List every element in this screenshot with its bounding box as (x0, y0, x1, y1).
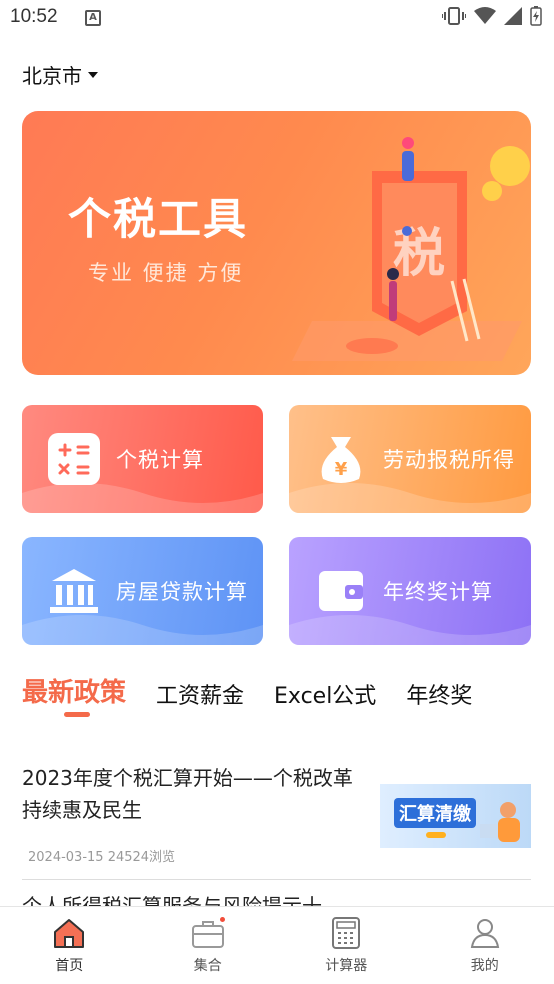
nav-profile[interactable]: 我的 (416, 907, 554, 984)
home-icon (54, 919, 85, 948)
status-bar: 10:52 A (0, 0, 554, 38)
tax-illustration: 税 (292, 137, 530, 361)
category-tabs: 最新政策 工资薪金 Excel公式 年终奖 (22, 672, 502, 722)
notification-badge (219, 917, 225, 922)
divider (22, 879, 531, 880)
banner[interactable]: 个税工具 专业 便捷 方便 税 (22, 111, 531, 375)
nav-label: 计算器 (325, 958, 368, 974)
tile-wave (289, 483, 531, 513)
tile-mortgage-calc[interactable]: 房屋贷款计算 (22, 537, 263, 645)
nav-label: 首页 (55, 958, 84, 974)
tile-wave (22, 615, 263, 645)
vibrate-icon (442, 7, 466, 25)
thumb-text: 汇算清缴 (399, 803, 472, 825)
tab-excel-formula[interactable]: Excel公式 (274, 672, 376, 710)
tab-year-end-bonus[interactable]: 年终奖 (406, 672, 472, 710)
tile-label: 劳动报税所得 (383, 448, 515, 472)
nav-label: 我的 (470, 958, 499, 974)
tile-label: 年终奖计算 (383, 580, 493, 604)
article-date: 2024-03-15 (28, 850, 104, 865)
city-label: 北京市 (22, 64, 82, 88)
tile-wave (22, 483, 263, 513)
article-meta: 2024-03-15 24524浏览 (22, 846, 531, 865)
status-icons (442, 6, 542, 26)
nav-collection[interactable]: 集合 (139, 907, 278, 984)
tab-salary[interactable]: 工资薪金 (156, 672, 244, 710)
wifi-icon (474, 7, 496, 24)
nav-home[interactable]: 首页 (0, 907, 139, 984)
tile-bonus-calc[interactable]: 年终奖计算 (289, 537, 531, 645)
battery-icon (530, 6, 542, 26)
caret-down-icon (88, 71, 98, 78)
bottom-nav: 首页 集合 计算器 我的 (0, 906, 554, 984)
signal-icon (504, 7, 522, 25)
city-selector[interactable]: 北京市 (22, 60, 98, 89)
briefcase-icon (191, 921, 224, 948)
notification-icon: A (85, 10, 101, 26)
tile-labor-income-tax[interactable]: ¥ 劳动报税所得 (289, 405, 531, 513)
article-title: 2023年度个税汇算开始——个税改革持续惠及民生 (22, 766, 353, 822)
banner-title: 个税工具 (68, 195, 248, 245)
tab-latest-policy[interactable]: 最新政策 (22, 672, 126, 717)
nav-label: 集合 (193, 958, 222, 974)
tax-badge-char: 税 (393, 224, 445, 284)
tile-label: 房屋贷款计算 (116, 580, 248, 604)
article-views: 24524浏览 (107, 850, 176, 865)
list-item[interactable]: 2023年度个税汇算开始——个税改革持续惠及民生 2024-03-15 2452… (22, 762, 531, 865)
status-time: 10:52 (10, 6, 58, 27)
nav-calculator[interactable]: 计算器 (277, 907, 416, 984)
banner-subtitle: 专业 便捷 方便 (88, 261, 244, 285)
tile-wave (289, 615, 531, 645)
article-thumbnail: 汇算清缴 (380, 784, 531, 848)
user-icon (470, 919, 499, 948)
calculator-icon (332, 917, 361, 949)
tile-label: 个税计算 (116, 448, 204, 472)
tile-income-tax-calc[interactable]: 个税计算 (22, 405, 263, 513)
article-title: 个人所得税汇算服务与风险提示十 (22, 894, 322, 906)
list-item[interactable]: 个人所得税汇算服务与风险提示十 (22, 890, 362, 906)
